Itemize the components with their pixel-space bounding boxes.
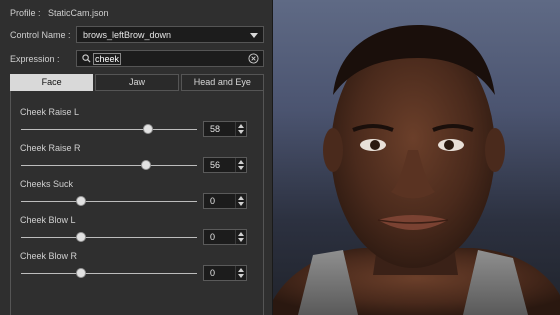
slider-row-cheek-raise-r: Cheek Raise R 56 (11, 143, 265, 177)
expression-editor-panel: Profile : StaticCam.json Control Name : … (0, 0, 273, 315)
slider-label: Cheeks Suck (20, 179, 74, 189)
clear-search-icon[interactable] (248, 53, 259, 64)
stepper-value[interactable]: 0 (210, 196, 215, 206)
stepper-down-icon[interactable] (238, 166, 244, 170)
stepper-up-icon[interactable] (238, 268, 244, 272)
slider-track[interactable] (21, 273, 197, 274)
stepper-up-icon[interactable] (238, 196, 244, 200)
tab-jaw[interactable]: Jaw (95, 74, 179, 91)
stepper-value[interactable]: 0 (210, 268, 215, 278)
expression-search-input[interactable]: cheek (76, 50, 264, 67)
stepper-down-icon[interactable] (238, 202, 244, 206)
value-stepper[interactable]: 56 (203, 157, 247, 173)
slider-thumb[interactable] (143, 124, 154, 134)
slider-row-cheek-blow-r: Cheek Blow R 0 (11, 251, 265, 285)
stepper-value[interactable]: 58 (210, 124, 220, 134)
character-head-render (273, 25, 560, 315)
slider-track[interactable] (21, 165, 197, 166)
control-name-value: brows_leftBrow_down (83, 30, 172, 40)
3d-viewport[interactable] (273, 0, 560, 315)
stepper-value[interactable]: 56 (210, 160, 220, 170)
chevron-down-icon[interactable] (250, 33, 258, 38)
slider-row-cheeks-suck: Cheeks Suck 0 (11, 179, 265, 213)
value-stepper[interactable]: 0 (203, 265, 247, 281)
stepper-up-icon[interactable] (238, 160, 244, 164)
stepper-down-icon[interactable] (238, 238, 244, 242)
profile-value: StaticCam.json (48, 8, 109, 18)
stepper-divider (235, 266, 236, 280)
control-name-dropdown[interactable]: brows_leftBrow_down (76, 26, 264, 43)
stepper-divider (235, 158, 236, 172)
profile-label: Profile : (10, 8, 41, 18)
value-stepper[interactable]: 0 (203, 193, 247, 209)
slider-label: Cheek Blow L (20, 215, 76, 225)
stepper-up-icon[interactable] (238, 124, 244, 128)
stepper-down-icon[interactable] (238, 274, 244, 278)
stepper-divider (235, 194, 236, 208)
slider-thumb[interactable] (76, 232, 86, 242)
stepper-divider (235, 230, 236, 244)
slider-label: Cheek Blow R (20, 251, 78, 261)
slider-track[interactable] (21, 201, 197, 202)
stepper-down-icon[interactable] (238, 130, 244, 134)
expression-search-value[interactable]: cheek (92, 53, 122, 65)
tab-head-and-eye[interactable]: Head and Eye (180, 74, 264, 91)
slider-label: Cheek Raise L (20, 107, 80, 117)
value-stepper[interactable]: 58 (203, 121, 247, 137)
slider-track[interactable] (21, 237, 197, 238)
tab-bar: Face Jaw Head and Eye (10, 74, 264, 91)
slider-thumb[interactable] (76, 268, 86, 278)
slider-thumb[interactable] (140, 160, 151, 170)
expression-label: Expression : (10, 54, 60, 64)
stepper-divider (235, 122, 236, 136)
stepper-value[interactable]: 0 (210, 232, 215, 242)
value-stepper[interactable]: 0 (203, 229, 247, 245)
control-name-label: Control Name : (10, 30, 71, 40)
slider-row-cheek-raise-l: Cheek Raise L 58 (11, 107, 265, 141)
slider-thumb[interactable] (76, 196, 86, 206)
stepper-up-icon[interactable] (238, 232, 244, 236)
tab-face[interactable]: Face (10, 74, 94, 91)
app-window: Profile : StaticCam.json Control Name : … (0, 0, 560, 315)
search-icon (82, 54, 91, 63)
slider-label: Cheek Raise R (20, 143, 81, 153)
slider-row-cheek-blow-l: Cheek Blow L 0 (11, 215, 265, 249)
slider-track[interactable] (21, 129, 197, 130)
slider-list: Cheek Raise L 58 Cheek Raise R 56 Cheeks… (10, 91, 264, 315)
